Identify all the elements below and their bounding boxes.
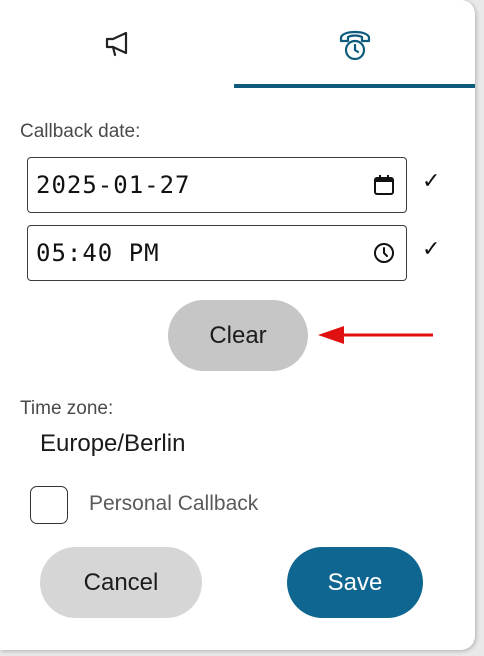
time-check-icon: ✓	[422, 236, 441, 261]
time-input[interactable]: 05:40 PM	[27, 225, 407, 281]
date-input[interactable]: 2025-01-27	[27, 157, 407, 213]
tab-announcements[interactable]	[0, 0, 237, 88]
phone-clock-icon	[339, 30, 370, 61]
personal-callback-label[interactable]: Personal Callback	[89, 492, 258, 516]
tab-callback[interactable]	[234, 0, 475, 88]
timezone-value: Europe/Berlin	[40, 430, 186, 457]
clock-icon[interactable]	[372, 241, 396, 265]
cancel-button[interactable]: Cancel	[40, 547, 202, 618]
callback-date-label: Callback date:	[20, 121, 141, 142]
save-button[interactable]: Save	[287, 547, 423, 618]
time-value: 05:40 PM	[36, 239, 160, 267]
timezone-label: Time zone:	[20, 398, 114, 419]
clear-button[interactable]: Clear	[168, 300, 308, 371]
callback-panel: Callback date: 2025-01-27 ✓ 05:40 PM ✓ C…	[0, 0, 475, 650]
megaphone-icon	[105, 31, 127, 57]
red-arrow-annotation	[318, 326, 433, 344]
date-value: 2025-01-27	[36, 171, 191, 199]
personal-callback-checkbox[interactable]	[30, 486, 68, 524]
tab-bar	[0, 0, 475, 88]
date-check-icon: ✓	[422, 168, 441, 193]
active-tab-indicator	[234, 84, 475, 88]
calendar-icon[interactable]	[372, 173, 396, 197]
